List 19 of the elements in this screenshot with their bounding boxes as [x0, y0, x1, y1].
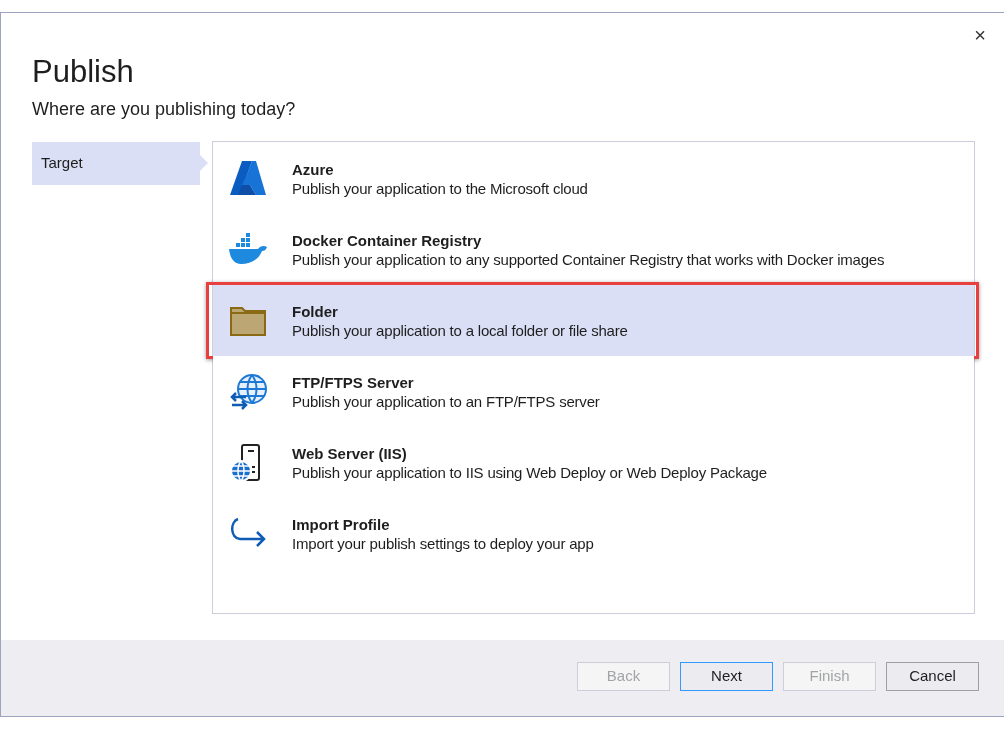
option-description: Publish your application to an FTP/FTPS server — [292, 391, 600, 411]
dialog-button[interactable]: Next — [680, 661, 773, 691]
option-title: Web Server (IIS) — [292, 443, 407, 463]
dialog-button[interactable]: Cancel — [886, 661, 979, 691]
option-title: Docker Container Registry — [292, 230, 482, 250]
option-description: Publish your application to a local folder or file share — [292, 320, 628, 340]
dialog-subtitle: Where are you publishing today? — [32, 98, 296, 121]
option-title: Azure — [292, 159, 334, 179]
option-title: FTP/FTPS Server — [292, 372, 414, 392]
dialog-title: Publish — [32, 53, 134, 91]
step-tab[interactable]: Target — [32, 142, 208, 185]
option-description: Publish your application to the Microsoft cloud — [292, 178, 588, 198]
option-description: Import your publish settings to deploy your app — [292, 533, 594, 553]
close-button[interactable]: × — [970, 25, 990, 45]
option-title: Import Profile — [292, 514, 390, 534]
option-title: Folder — [292, 301, 338, 321]
option-description: Publish your application to IIS using Web Deploy or Web Deploy Package — [292, 462, 767, 482]
globe-arrows-icon — [228, 371, 268, 412]
option-description: Publish your application to any supported Container Registry that works with Docker images — [292, 249, 885, 269]
